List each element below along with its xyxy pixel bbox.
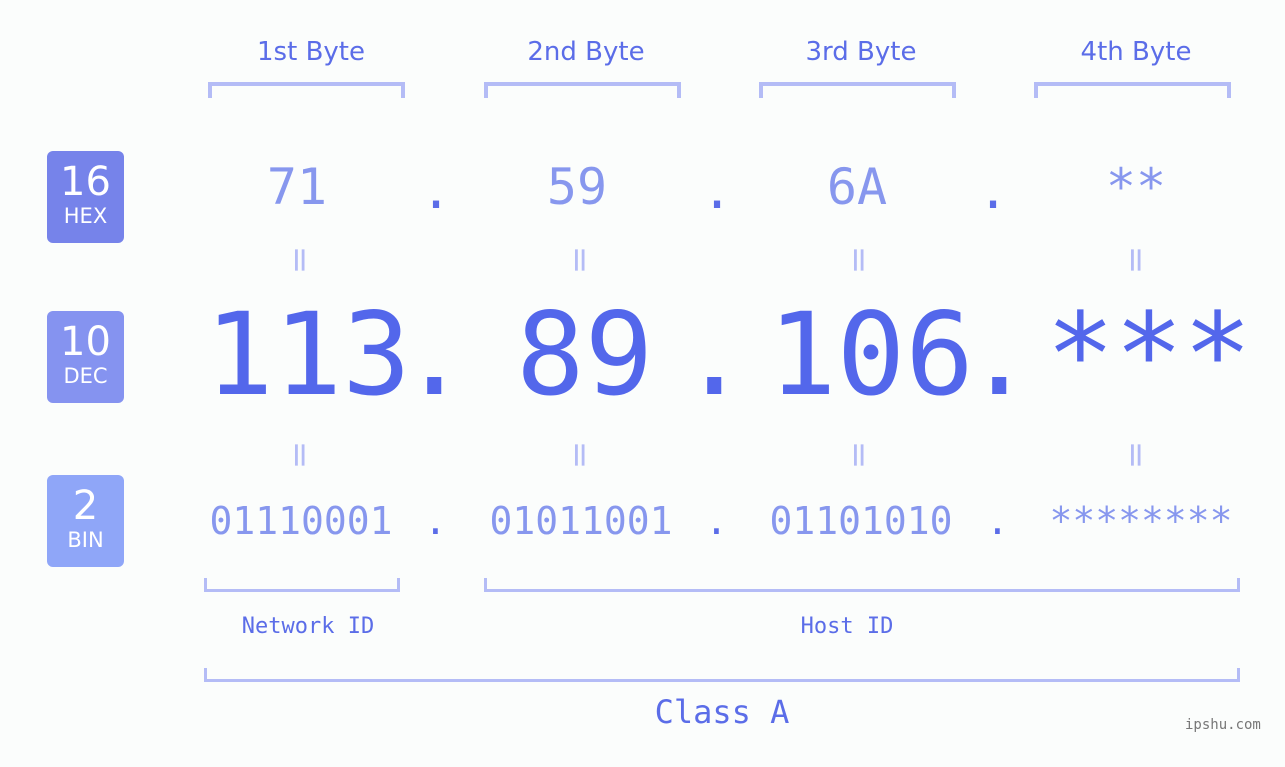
dec-badge: 10 DEC [47, 311, 124, 403]
hex-byte-2: 59 [546, 158, 608, 216]
equals-sign: = [839, 440, 879, 470]
network-id-bracket [204, 578, 400, 592]
dec-byte-2: 89 [516, 288, 654, 421]
hex-separator-3: . [978, 162, 1009, 220]
dec-base-label: DEC [63, 364, 108, 388]
equals-sign: = [839, 245, 879, 275]
bin-base-number: 2 [72, 483, 99, 529]
dec-base-number: 10 [60, 319, 111, 365]
bin-base-label: BIN [67, 528, 104, 552]
bin-separator-1: . [424, 499, 447, 543]
dec-byte-4: *** [1046, 288, 1252, 421]
bin-byte-4: ******** [1049, 499, 1233, 543]
host-id-label: Host ID [800, 614, 894, 639]
hex-byte-3: 6A [826, 158, 888, 216]
byte-bracket-1 [208, 82, 405, 98]
host-id-bracket [484, 578, 1240, 592]
equals-sign: = [560, 440, 600, 470]
byte-header-3: 3rd Byte [805, 37, 917, 67]
dec-separator-1: . [400, 288, 469, 421]
bin-byte-2: 01011001 [489, 499, 673, 543]
byte-bracket-4 [1034, 82, 1231, 98]
equals-sign: = [560, 245, 600, 275]
byte-header-1: 1st Byte [257, 37, 365, 67]
watermark: ipshu.com [1185, 717, 1261, 733]
dec-byte-3: 106 [768, 288, 974, 421]
dec-separator-3: . [965, 288, 1034, 421]
bin-byte-3: 01101010 [769, 499, 953, 543]
bin-badge: 2 BIN [47, 475, 124, 567]
class-label: Class A [654, 693, 790, 731]
equals-sign: = [1116, 245, 1156, 275]
dec-byte-1: 113 [205, 288, 411, 421]
byte-bracket-3 [759, 82, 956, 98]
network-id-label: Network ID [241, 614, 375, 639]
equals-sign: = [280, 245, 320, 275]
hex-separator-2: . [702, 162, 733, 220]
hex-separator-1: . [421, 162, 452, 220]
bin-byte-1: 01110001 [209, 499, 393, 543]
hex-base-label: HEX [63, 204, 108, 228]
bin-separator-2: . [705, 499, 728, 543]
byte-header-4: 4th Byte [1080, 37, 1192, 67]
hex-byte-1: 71 [266, 158, 328, 216]
hex-badge: 16 HEX [47, 151, 124, 243]
equals-sign: = [280, 440, 320, 470]
byte-bracket-2 [484, 82, 681, 98]
byte-header-2: 2nd Byte [527, 37, 645, 67]
hex-base-number: 16 [60, 159, 111, 205]
bin-separator-3: . [986, 499, 1009, 543]
class-bracket [204, 668, 1240, 682]
equals-sign: = [1116, 440, 1156, 470]
hex-byte-4: ** [1105, 158, 1167, 216]
dec-separator-2: . [680, 288, 749, 421]
